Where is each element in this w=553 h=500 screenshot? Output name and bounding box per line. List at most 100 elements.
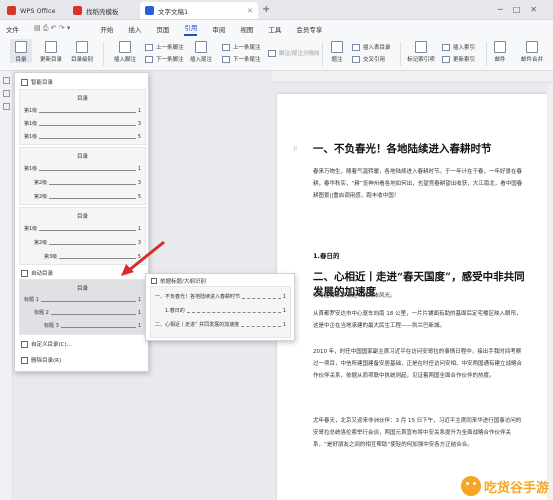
prev-endnote-button[interactable]: 上一条尾注 (222, 43, 261, 51)
bookmark-icon[interactable] (2, 103, 10, 110)
divider (486, 42, 487, 66)
endnote-icon (195, 41, 207, 53)
template-icon (73, 6, 82, 15)
window-controls[interactable]: ─□✕ (498, 5, 547, 14)
cross-ref-icon (352, 55, 360, 63)
paragraph[interactable]: 2010 年，时任中国国家副主席习近平在访问安哥拉的事情日程中，接出手我时间考察… (313, 346, 523, 382)
preview-title: 目录 (76, 96, 88, 102)
chapter-nav-icon[interactable] (2, 90, 10, 97)
menu-file[interactable]: 文件 (6, 24, 19, 34)
divider (400, 42, 401, 66)
update-toc-label: 更新目录 (39, 57, 62, 63)
next-endnote-label: 下一条尾注 (233, 57, 261, 63)
horizontal-ruler (272, 71, 553, 83)
mark-index-button[interactable]: 标记索引项 (404, 39, 438, 63)
prev-footnote-button[interactable]: 上一条脚注 (145, 43, 184, 51)
toc-preview-row: 二、心相近丨走进“ 并同发展的加速度 1 (155, 322, 286, 328)
prev-footnote-icon (145, 43, 153, 51)
update-toc-icon (45, 41, 57, 53)
tab-document[interactable]: 文字文稿1 ✕ (140, 2, 258, 19)
update-index-button[interactable]: 更新索引 (442, 55, 475, 63)
submenu-header: 依据标题/大纲识别 (151, 277, 206, 285)
drag-handle-icon[interactable]: ⠿ (293, 146, 297, 153)
auto-toc-label: 自动目录 (31, 271, 54, 277)
toc-preview-row: 第1级 1 (24, 108, 141, 114)
insert-endnote-button[interactable]: 插入尾注 (186, 39, 216, 63)
next-footnote-label: 下一条脚注 (156, 57, 184, 63)
menu-tools[interactable]: 工具 (268, 24, 281, 34)
mail-merge-label: 邮件合并 (520, 57, 543, 63)
menu-review[interactable]: 审阅 (212, 24, 225, 34)
mail-merge-button[interactable]: 邮件合并 (515, 39, 549, 63)
toc-preview-row: 标题 31 (44, 323, 141, 329)
figures-icon (352, 43, 360, 51)
update-index-icon (442, 55, 450, 63)
preview-title: 目录 (76, 214, 88, 220)
toc-preview-row: 第1级 3 (24, 121, 141, 127)
wps-logo-icon (7, 6, 16, 15)
menu-bar: 文件 ▤ ⎙ ↶ ↷ ▾ 开始 插入 页面 引用 审阅 视图 工具 会员专享 (0, 20, 553, 37)
paragraph[interactable]: 从首都罗安达市中心驱车向南 18 公里，一片片铺面有助的基面后定宅楼区映入眼帘，… (313, 308, 523, 332)
heading-3[interactable]: 1.春日的 (313, 250, 340, 260)
menu-page[interactable]: 页面 (156, 24, 169, 34)
tab-wps-office[interactable]: WPS Office (2, 2, 62, 19)
prev-footnote-label: 上一条脚注 (156, 45, 184, 51)
custom-toc-icon (21, 340, 28, 348)
tab-label: WPS Office (20, 6, 56, 15)
document-page[interactable]: ⠿ 一、不负春光！各地陆续进入春耕时节 春来万物生，随着气温转暖，各地陆续进入春… (277, 94, 547, 500)
new-tab-icon[interactable]: + (262, 4, 270, 15)
smart-toc-label: 智能目录 (31, 80, 54, 86)
quick-access-icons[interactable]: ▤ ⎙ ↶ ↷ ▾ (34, 24, 70, 33)
mail-merge-icon (526, 41, 538, 53)
paragraph[interactable]: 尤年春天，北京又迎来非洲伙伴：3 月 15 日下午，习近平主席同来华进行国事访问… (313, 415, 523, 451)
outline-toc-preview[interactable]: 一、不负春光！各地陆续进入春耕时节 1 1.春日的 1 二、心相近丨走进“ 并同发展… (150, 286, 291, 338)
note-separator-button[interactable]: 脚注/尾注分隔线 (268, 49, 319, 57)
insert-index-button[interactable]: 插入索引 (442, 43, 475, 51)
caption-label: 题注 (331, 57, 343, 63)
toc-button[interactable]: 目录 (10, 39, 32, 63)
caption-button[interactable]: 题注 (326, 39, 348, 63)
smart-toc-preview-2[interactable]: 目录 第1级 1 第2级 3 第2级 5 (19, 147, 146, 205)
tab-bar: WPS Office 找稻壳模板 文字文稿1 ✕ + ─□✕ (0, 0, 553, 20)
menu-home[interactable]: 开始 (100, 24, 113, 34)
prev-endnote-icon (222, 43, 230, 51)
toc-level-button[interactable]: 目录级别 (67, 39, 97, 63)
watermark-text: 吃货谷手游 (483, 480, 549, 496)
smart-toc-preview-1[interactable]: 目录 第1级 1 第1级 3 第1级 5 (19, 89, 146, 145)
next-endnote-button[interactable]: 下一条尾注 (222, 55, 261, 63)
paragraph[interactable]: 春来万物生，随着气温转暖，各地陆续进入春耕时节。于一年计在于春，一年好景在春耕，… (313, 166, 523, 202)
custom-toc-item[interactable]: 自定义目录(C)... (21, 340, 72, 348)
toc-level-icon (76, 41, 88, 53)
mail-label: 邮件 (494, 57, 506, 63)
auto-toc-header: 自动目录 (21, 269, 53, 277)
vertical-scrollbar[interactable] (547, 83, 553, 500)
toc-icon (15, 41, 27, 53)
mail-button[interactable]: 邮件 (489, 39, 511, 63)
insert-table-of-figures-button[interactable]: 插入表目录 (352, 43, 391, 51)
cross-ref-label: 交叉引用 (363, 57, 386, 63)
heading-1[interactable]: 一、不负春光！各地陆续进入春耕时节 (313, 142, 492, 157)
insert-endnote-label: 插入尾注 (189, 57, 212, 63)
footnote-icon (119, 41, 131, 53)
next-footnote-button[interactable]: 下一条脚注 (145, 55, 184, 63)
nav-pane-icon[interactable] (2, 77, 10, 84)
tab-template[interactable]: 找稻壳模板 (68, 2, 136, 19)
delete-toc-item[interactable]: 删除目录(R) (21, 356, 61, 364)
close-tab-icon[interactable]: ✕ (247, 7, 253, 15)
paragraph[interactable]: 安哥拉首都罗安达市的城市风光。 (313, 290, 523, 302)
preview-title: 目录 (76, 286, 88, 292)
update-toc-button[interactable]: 更新目录 (37, 39, 65, 63)
toc-preview-row: 第2级 3 (34, 180, 141, 186)
auto-toc-preview[interactable]: 目录 标题 11 标题 21 标题 31 (19, 279, 146, 335)
mark-index-icon (415, 41, 427, 53)
menu-member[interactable]: 会员专享 (296, 24, 322, 34)
preview-title: 目录 (76, 154, 88, 160)
insert-index-label: 插入索引 (453, 45, 476, 51)
menu-insert[interactable]: 插入 (128, 24, 141, 34)
menu-view[interactable]: 视图 (240, 24, 253, 34)
prev-endnote-label: 上一条尾注 (233, 45, 261, 51)
insert-footnote-button[interactable]: 插入脚注 (110, 39, 140, 63)
toc-preview-row: 第1级 5 (24, 134, 141, 140)
cross-reference-button[interactable]: 交叉引用 (352, 55, 385, 63)
menu-references[interactable]: 引用 (184, 22, 198, 36)
